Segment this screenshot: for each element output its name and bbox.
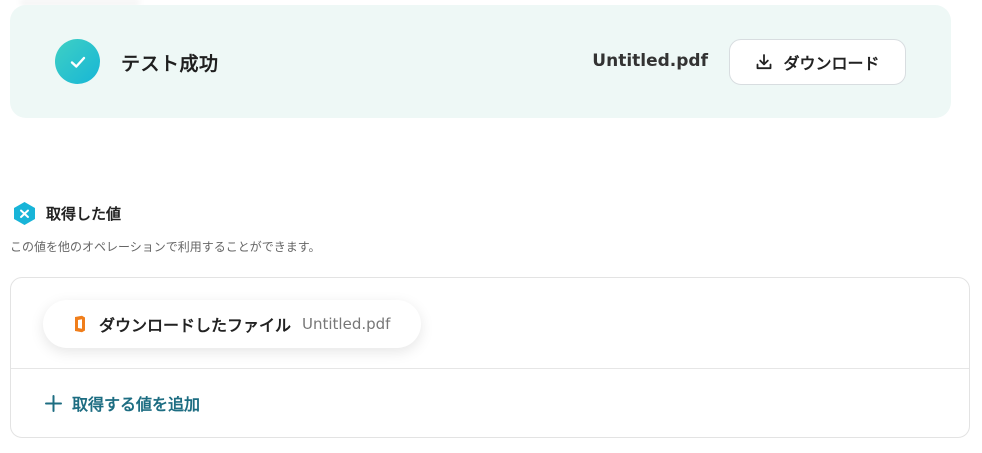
check-icon	[55, 39, 100, 84]
value-chip[interactable]: ダウンロードしたファイル Untitled.pdf	[43, 300, 421, 348]
file-icon	[75, 315, 85, 333]
test-success-card: テスト成功 Untitled.pdf ダウンロード	[10, 5, 951, 118]
download-icon	[757, 54, 772, 70]
divider	[11, 368, 969, 369]
download-button-label: ダウンロード	[783, 54, 880, 73]
acquired-values-description: この値を他のオペレーションで利用することができます。	[10, 240, 321, 254]
acquired-values-panel: ダウンロードしたファイル Untitled.pdf 取得する値を追加	[10, 277, 970, 438]
add-value-label: 取得する値を追加	[72, 395, 201, 414]
download-button[interactable]: ダウンロード	[729, 39, 906, 85]
plus-icon	[45, 394, 62, 412]
variable-hexagon-icon	[14, 202, 35, 225]
success-title: テスト成功	[121, 53, 219, 75]
add-value-button[interactable]: 取得する値を追加	[45, 391, 200, 415]
value-chip-label: ダウンロードしたファイル	[99, 316, 292, 335]
acquired-values-title: 取得した値	[46, 205, 122, 223]
file-name: Untitled.pdf	[592, 51, 708, 71]
value-chip-value: Untitled.pdf	[302, 315, 391, 333]
